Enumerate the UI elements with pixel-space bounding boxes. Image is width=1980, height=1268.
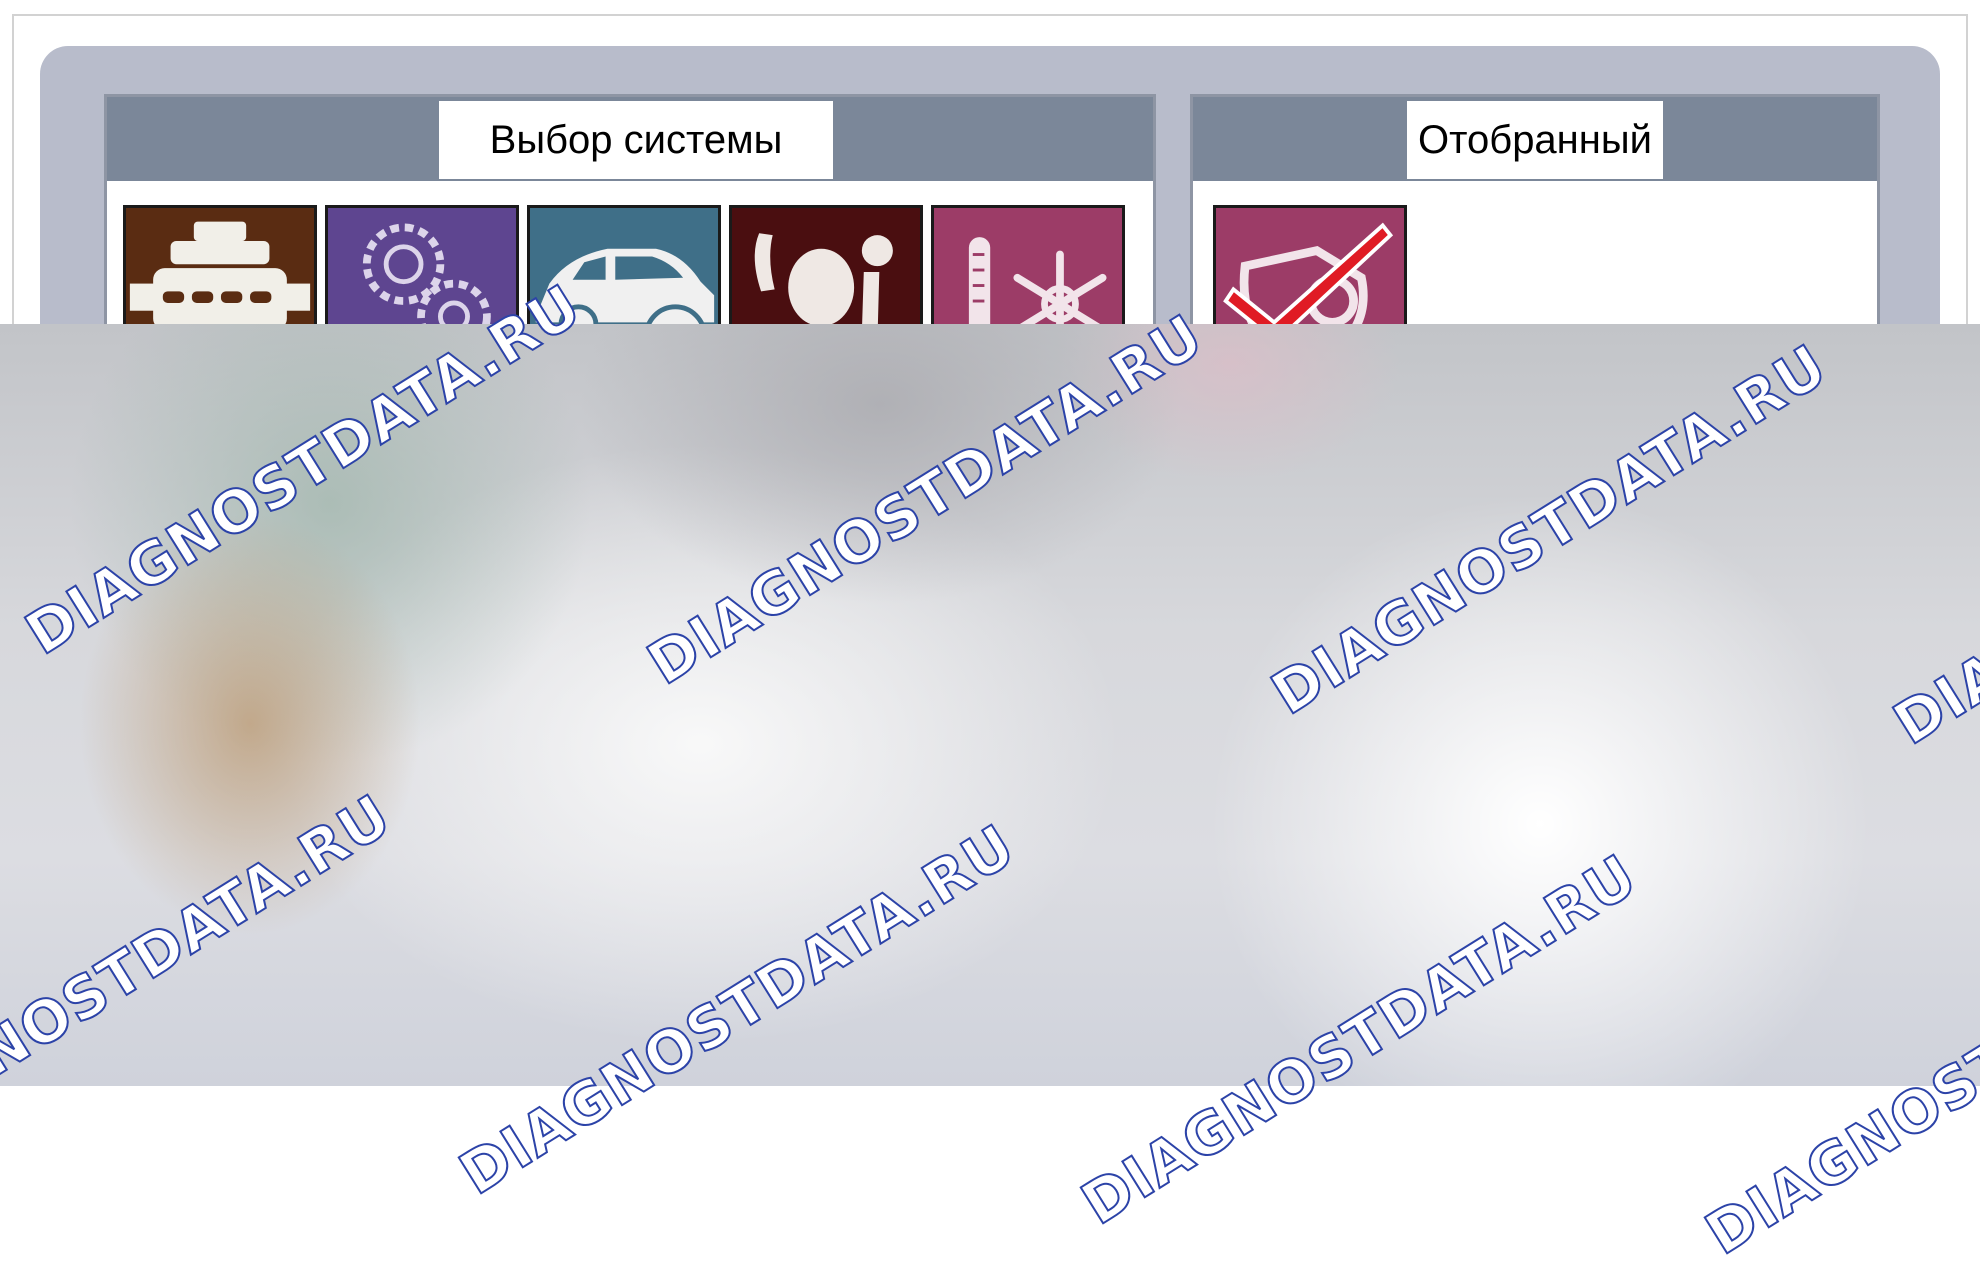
selected-title: Отобранный xyxy=(1407,101,1663,179)
system-select-title: Выбор системы xyxy=(439,101,833,179)
system-select-header: Выбор системы xyxy=(107,97,1153,181)
selected-header: Отобранный xyxy=(1193,97,1877,181)
